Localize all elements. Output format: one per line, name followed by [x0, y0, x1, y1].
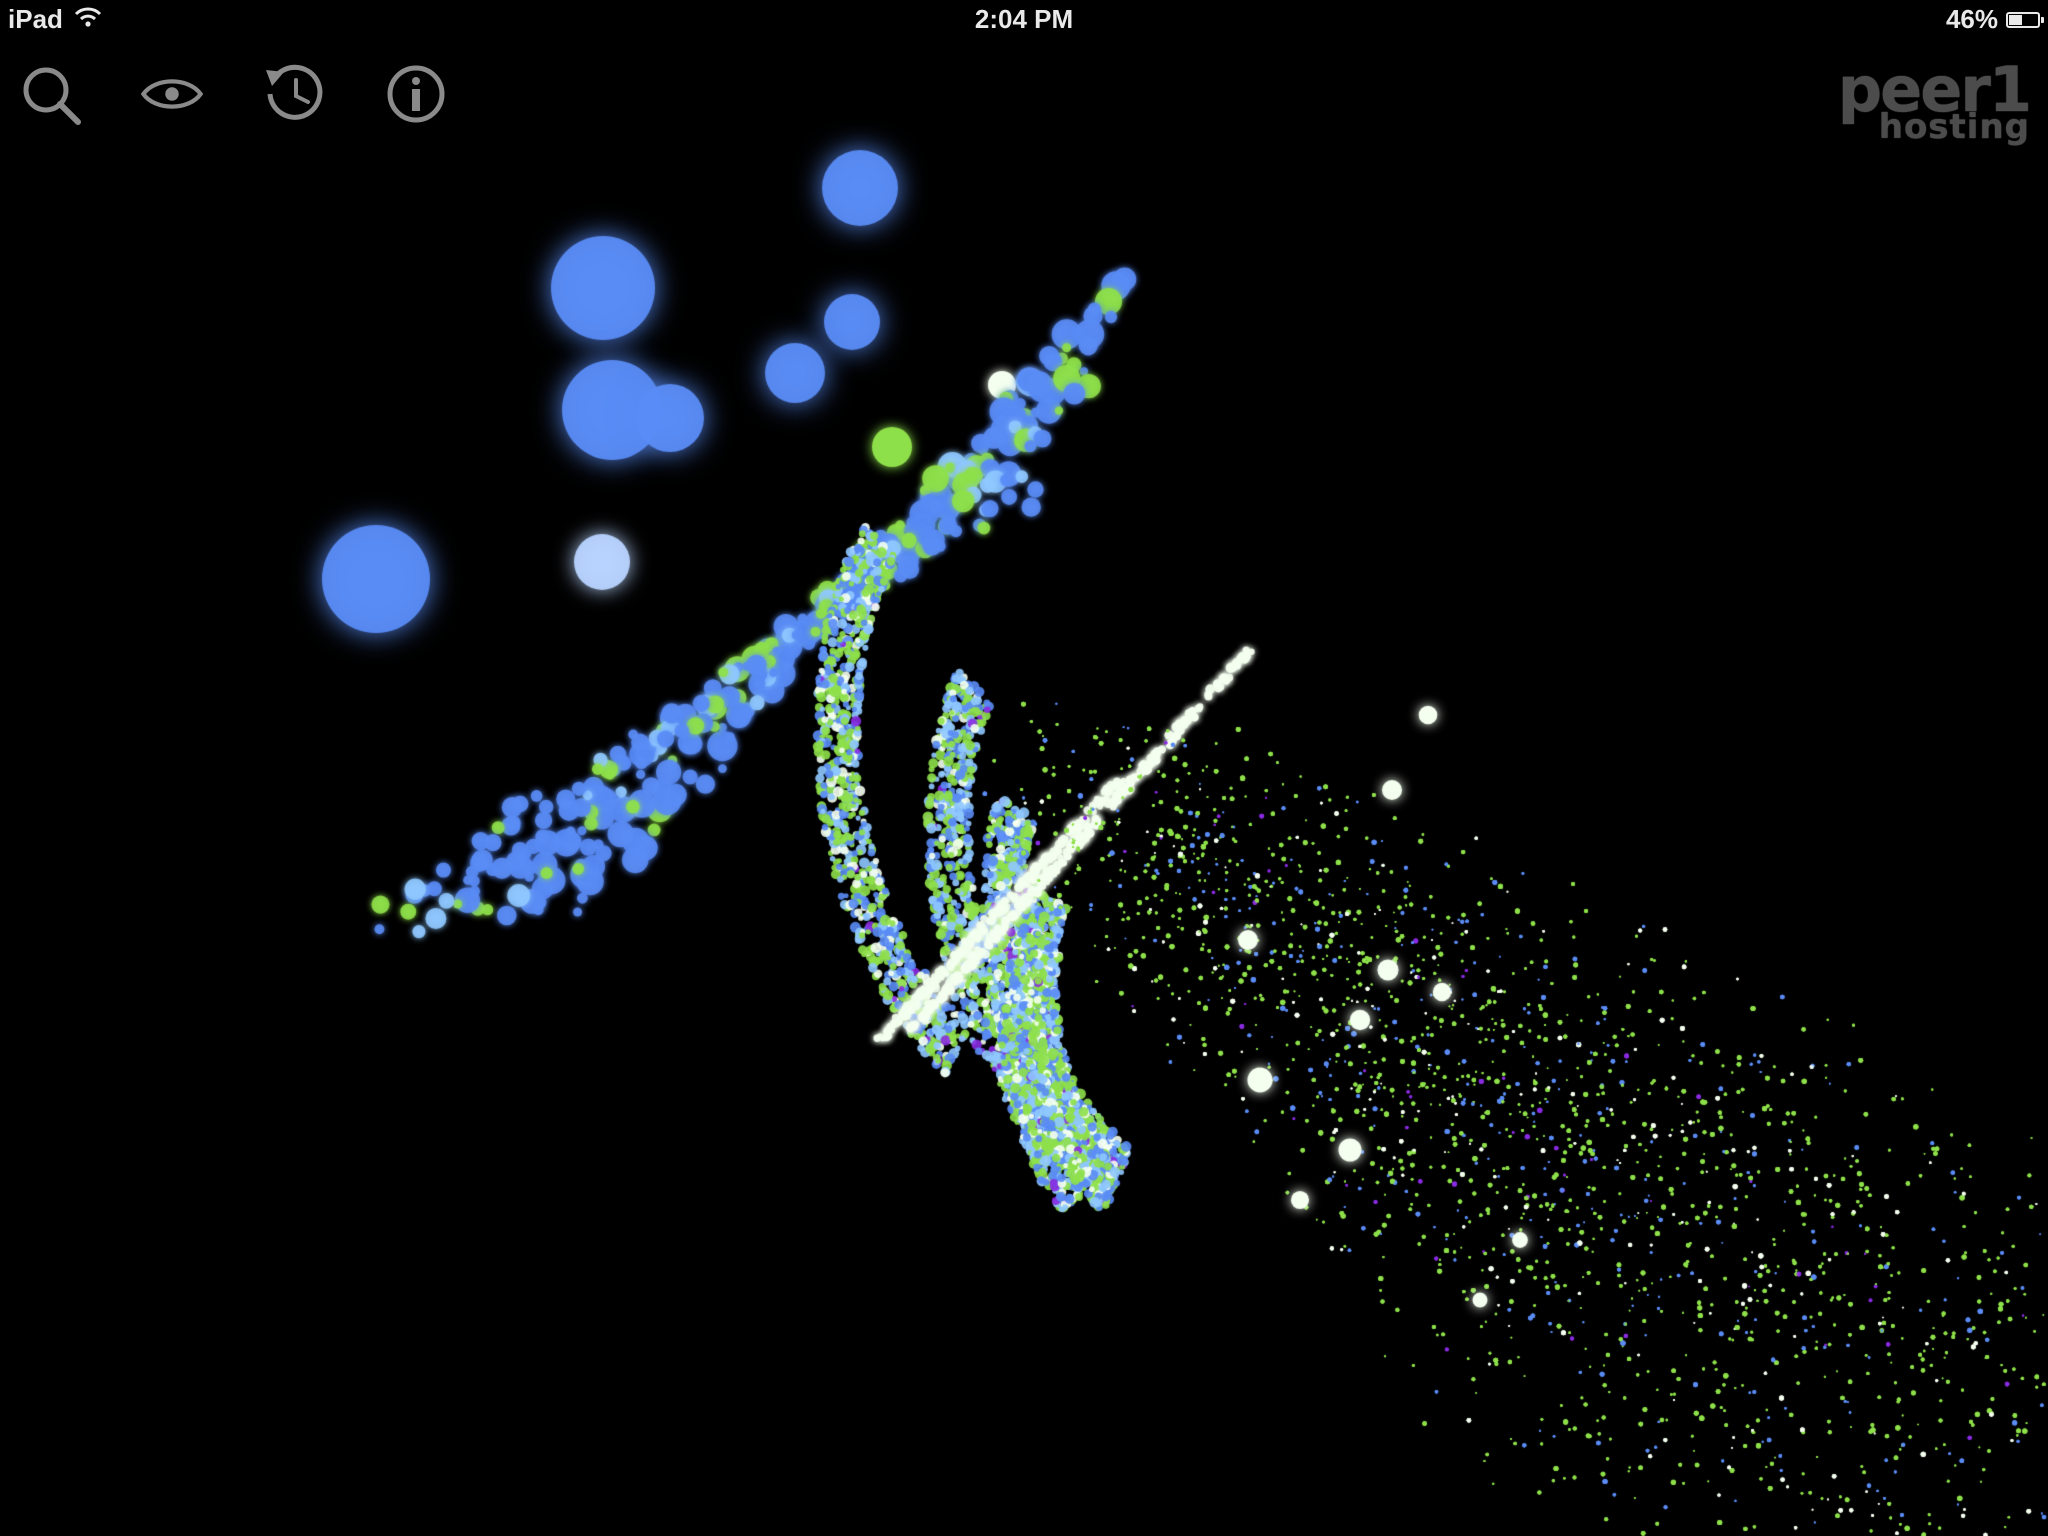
history-button[interactable] [262, 62, 326, 126]
toolbar [18, 62, 448, 126]
history-icon [266, 64, 323, 120]
status-time: 2:04 PM [974, 4, 1074, 34]
app-screen: iPad 2:04 PM 46% peer1 hosting [0, 0, 2048, 1536]
status-right: 46% [1945, 4, 2044, 35]
search-button[interactable] [18, 62, 82, 126]
status-bar: iPad 2:04 PM 46% [0, 0, 2048, 40]
info-button[interactable] [384, 62, 448, 126]
battery-fill [2009, 14, 2022, 25]
peer1-hosting-logo: peer1 hosting [1838, 59, 2032, 144]
info-icon [387, 65, 445, 123]
eye-icon [140, 79, 204, 109]
view-button[interactable] [140, 62, 204, 126]
search-icon [23, 67, 81, 125]
battery-percent: 46% [1945, 4, 1998, 34]
particle-visualization[interactable] [0, 0, 2048, 1536]
battery-icon [2006, 11, 2044, 28]
